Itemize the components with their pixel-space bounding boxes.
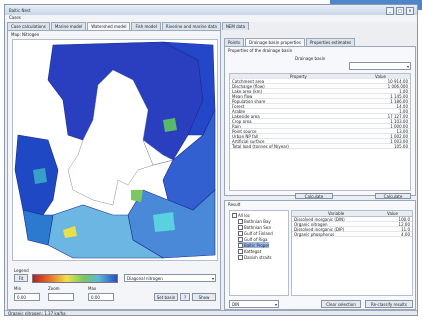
- expand-icon[interactable]: [232, 212, 237, 218]
- properties-table: Property Value Catchment area 10 914.00 D…: [229, 73, 411, 191]
- calculate-all-button[interactable]: Calculate: [375, 193, 411, 199]
- layer-select[interactable]: Diagonal nitrogen ▾: [124, 274, 216, 282]
- table-row[interactable]: Total load (tonnes of N/year) 105.00: [230, 144, 410, 149]
- legend-label: Legend: [14, 268, 29, 273]
- basin-highlight-teal: [33, 168, 47, 184]
- chevron-down-icon: ▾: [211, 276, 214, 281]
- basin-highlight-green: [131, 190, 143, 202]
- results-label: Result: [228, 202, 241, 207]
- tree-item[interactable]: Danish straits: [238, 254, 272, 260]
- close-icon[interactable]: ×: [406, 7, 414, 15]
- checkbox-icon[interactable]: [238, 254, 243, 260]
- tree-item-label: Gulf of Finland: [244, 230, 273, 236]
- basin-map[interactable]: [12, 39, 218, 261]
- minimize-icon[interactable]: _: [386, 7, 394, 15]
- results-panel: Result All loc Bothnian Bay Bothnian Sea…: [224, 200, 416, 310]
- row-name: Total load (tonnes of N/year): [232, 144, 289, 149]
- column-header: Value: [387, 211, 398, 216]
- chevron-down-icon: ▾: [406, 64, 409, 69]
- map-panel: Map: Nitrogen Legend Fit Min Zoom Max 0.…: [7, 30, 221, 310]
- checkbox-icon[interactable]: [238, 218, 243, 224]
- reclassify-results-button[interactable]: Re-classify results: [365, 300, 413, 308]
- tab-drainage-basin-properties[interactable]: Drainage basin properties: [245, 38, 305, 46]
- maximize-icon[interactable]: □: [396, 7, 404, 15]
- row-name: Organic phosphorus: [294, 232, 335, 237]
- set-basin-button[interactable]: Set basin: [154, 293, 178, 301]
- calculate-button[interactable]: Calculate: [295, 193, 333, 199]
- tree-item-label: Bothnian Sea: [244, 224, 271, 230]
- tab-case-calculations[interactable]: Case calculations: [7, 22, 50, 30]
- drainage-basin-select[interactable]: ▾: [349, 62, 411, 70]
- checkbox-icon[interactable]: [238, 248, 243, 254]
- tree-item-label: Bothnian Bay: [244, 218, 271, 224]
- checkbox-icon[interactable]: [238, 224, 243, 230]
- tree-item-label: Danish straits: [244, 254, 272, 260]
- drainage-basin-label: Drainage basin: [295, 56, 326, 61]
- tree-item-label: Kattegat: [244, 248, 262, 254]
- row-value: 105.00: [394, 144, 408, 149]
- tab-properties-estimates[interactable]: Properties estimates: [305, 38, 356, 46]
- row-value: 4.00: [401, 232, 410, 237]
- layer-select-value: Diagonal nitrogen: [127, 275, 163, 281]
- clear-selection-button[interactable]: Clear selection: [321, 300, 361, 308]
- tab-watershed-model[interactable]: Watershed model: [87, 22, 131, 30]
- basin-highlight-cyan: [153, 212, 175, 232]
- chevron-down-icon: ▾: [274, 302, 277, 307]
- checkbox-icon[interactable]: [238, 230, 243, 236]
- map-panel-label: Map: Nitrogen: [11, 32, 40, 37]
- properties-tabs: Points Drainage basin properties Propert…: [224, 38, 356, 46]
- right-panel: Points Drainage basin properties Propert…: [224, 30, 416, 310]
- color-scale-bar: [32, 274, 118, 283]
- tab-nem-data[interactable]: NEM data: [221, 22, 250, 30]
- results-table: Variable Value Dissolved inorganic (DIN)…: [291, 210, 413, 296]
- table-row[interactable]: Organic phosphorus 4.00: [292, 232, 412, 237]
- status-bar: Organic nitrogen: 1.37 kg/ha: [5, 310, 417, 316]
- fit-button[interactable]: Fit: [14, 274, 28, 282]
- tree-item-label: Gulf of Riga: [244, 236, 268, 242]
- scale-min-input[interactable]: 0.00: [14, 293, 40, 301]
- tree-root-label: All loc: [238, 212, 250, 218]
- show-button[interactable]: Show: [192, 293, 216, 301]
- tree-item-label: Baltic Proper: [244, 242, 270, 248]
- scale-max-input[interactable]: 0.00: [88, 293, 114, 301]
- help-button[interactable]: ?: [180, 293, 190, 301]
- window-title: Baltic Nest: [9, 7, 31, 13]
- tab-points[interactable]: Points: [224, 38, 245, 46]
- checkbox-icon[interactable]: [238, 236, 243, 242]
- scale-zoom-input[interactable]: [48, 293, 74, 301]
- main-tabs: Case calculations Marine model Watershed…: [5, 22, 417, 30]
- result-variable-select[interactable]: DIN ▾: [229, 300, 279, 308]
- properties-header: Properties of the drainage basin: [228, 48, 293, 53]
- scale-label-max: Max: [88, 286, 97, 291]
- title-bar: Baltic Nest _ □ ×: [5, 5, 417, 15]
- tab-marine-model[interactable]: Marine model: [50, 22, 87, 30]
- tab-riverine-data[interactable]: Riverine and marine data: [161, 22, 221, 30]
- checkbox-icon[interactable]: [238, 242, 243, 248]
- basin-map-graphic[interactable]: [13, 40, 217, 260]
- status-text: Organic nitrogen: 1.37 kg/ha: [8, 311, 66, 316]
- menu-bar: Cases: [5, 15, 417, 22]
- location-tree: All loc Bothnian Bay Bothnian Sea Gulf o…: [229, 210, 289, 296]
- scale-label-min: Min: [14, 286, 22, 291]
- menu-item-cases[interactable]: Cases: [9, 15, 21, 20]
- scale-label-zoom: Zoom: [48, 286, 60, 291]
- properties-panel: Properties of the drainage basin Drainag…: [224, 46, 416, 199]
- window-controls: _ □ ×: [386, 7, 414, 15]
- column-header: Variable: [328, 211, 345, 216]
- tab-fish-model[interactable]: Fish model: [131, 22, 161, 30]
- result-variable-value: DIN: [232, 301, 240, 307]
- app-window: Baltic Nest _ □ × Cases Case calculation…: [4, 4, 418, 316]
- basin-highlight-green-2: [163, 118, 177, 132]
